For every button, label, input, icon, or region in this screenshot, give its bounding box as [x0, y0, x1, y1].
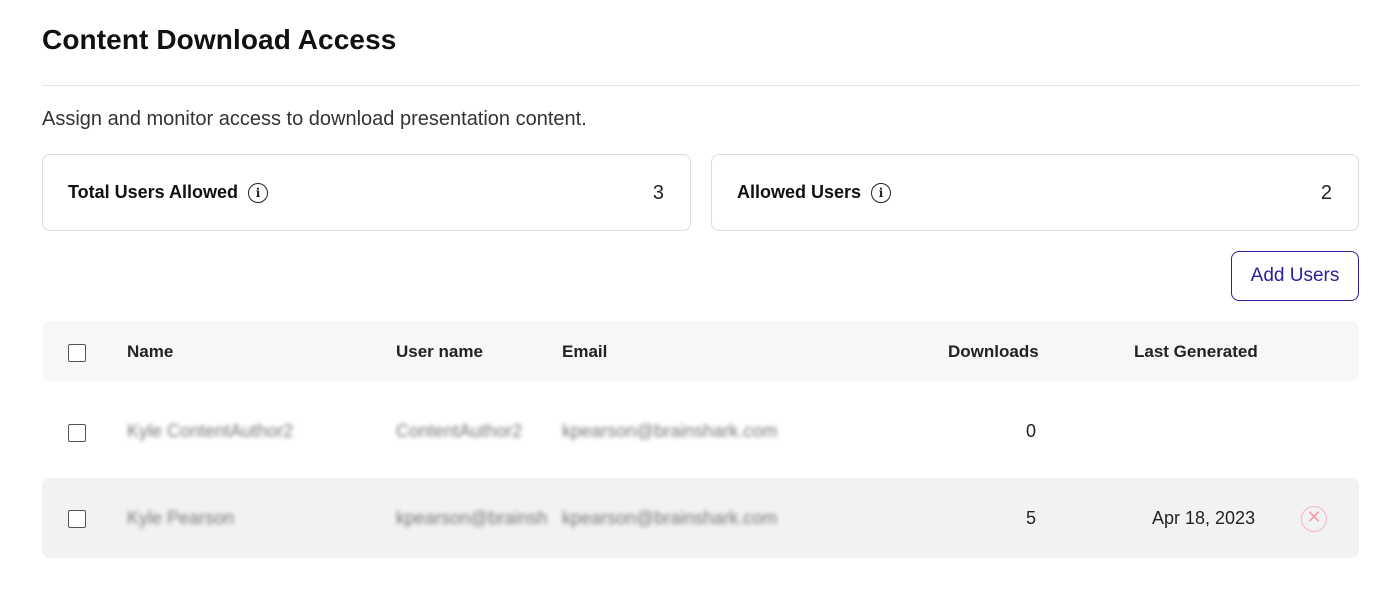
select-all-checkbox[interactable] — [68, 344, 86, 362]
column-header-email[interactable]: Email — [562, 342, 607, 362]
row-downloads: 5 — [1025, 508, 1036, 528]
row-username: kpearson@brainsh — [396, 508, 548, 528]
row-email: kpearson@brainshark.com — [562, 421, 778, 441]
row-email: kpearson@brainshark.com — [562, 508, 778, 528]
row-checkbox[interactable] — [68, 510, 86, 528]
row-last-generated: Apr 18, 2023 — [1152, 508, 1256, 528]
info-icon[interactable]: i — [871, 182, 892, 203]
allowed-users-value: 2 — [1320, 182, 1332, 204]
table-row[interactable]: Kyle ContentAuthor2 ContentAuthor2 kpear… — [42, 391, 1359, 471]
table-row[interactable]: Kyle Pearson kpearson@brainsh kpearson@b… — [42, 478, 1359, 558]
total-users-allowed-card: Total Users Allowed i 3 — [42, 154, 691, 231]
total-users-allowed-value: 3 — [652, 182, 664, 204]
row-checkbox[interactable] — [68, 424, 86, 442]
table-header: Name User name Email Downloads Last Gene… — [42, 321, 1359, 381]
divider — [42, 85, 1359, 86]
row-name: Kyle Pearson — [127, 508, 235, 528]
close-circle-icon[interactable]: ✕ — [1301, 506, 1327, 532]
info-icon[interactable]: i — [248, 182, 269, 203]
column-header-downloads[interactable]: Downloads — [948, 342, 1039, 362]
row-username: ContentAuthor2 — [396, 421, 523, 441]
column-header-username[interactable]: User name — [396, 342, 483, 362]
page-description: Assign and monitor access to download pr… — [42, 108, 587, 130]
column-header-name[interactable]: Name — [127, 342, 173, 362]
allowed-users-label-group: Allowed Users i — [737, 182, 892, 203]
add-users-button[interactable]: Add Users — [1231, 251, 1359, 301]
total-users-allowed-label: Total Users Allowed — [68, 182, 239, 202]
column-header-last-generated[interactable]: Last Generated — [1134, 342, 1258, 362]
page-title: Content Download Access — [42, 24, 397, 55]
allowed-users-label: Allowed Users — [737, 182, 862, 202]
row-downloads: 0 — [1025, 421, 1036, 441]
row-name: Kyle ContentAuthor2 — [127, 421, 294, 441]
users-table: Name User name Email Downloads Last Gene… — [42, 321, 1359, 558]
total-users-allowed-label-group: Total Users Allowed i — [68, 182, 269, 203]
allowed-users-card: Allowed Users i 2 — [711, 154, 1359, 231]
